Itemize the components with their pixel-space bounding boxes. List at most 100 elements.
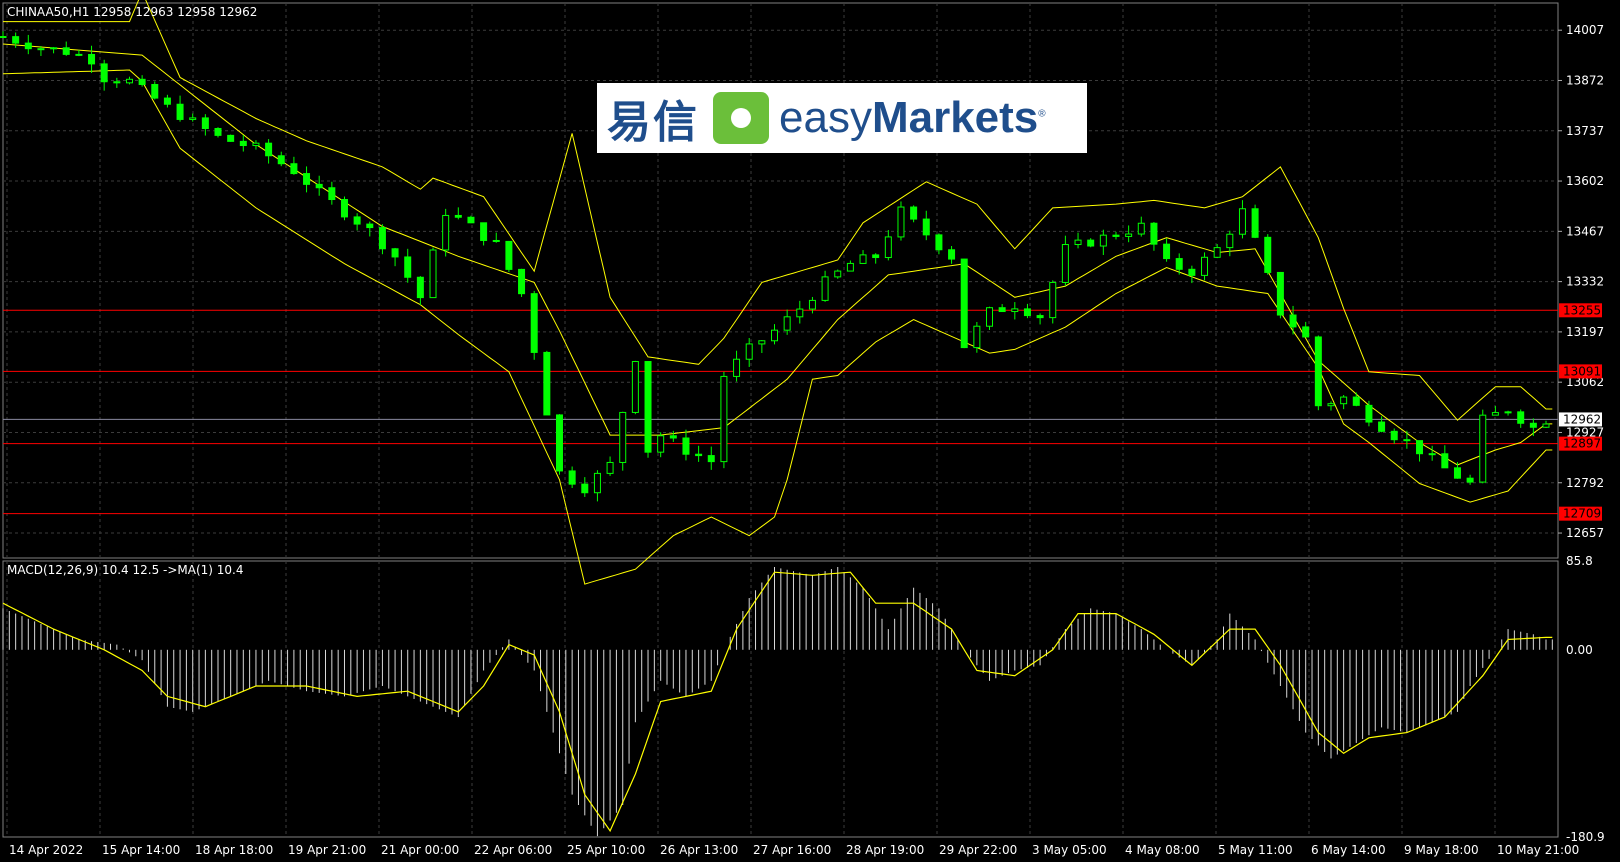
candle-body — [1112, 234, 1120, 237]
candle-body — [1403, 439, 1411, 442]
candle-body — [1163, 243, 1171, 260]
candle-body — [834, 270, 842, 278]
candle-body — [75, 53, 83, 56]
logo-chinese-text: 易信 — [607, 97, 699, 148]
candle-body — [1428, 453, 1436, 456]
time-axis-label: 22 Apr 06:00 — [474, 843, 552, 857]
level-label: 13091 — [1563, 364, 1601, 378]
candle-body — [151, 83, 159, 99]
candle-body — [669, 435, 677, 439]
candle-body — [1302, 326, 1310, 338]
easymarkets-logo: 易信 easyMarkets® — [597, 83, 1087, 153]
main-chart-title: CHINAA50,H1 12958 12963 12958 12962 — [7, 5, 257, 19]
candle-body — [973, 325, 981, 349]
candle-body — [1036, 315, 1044, 319]
candle-body — [1099, 234, 1107, 247]
candle-body — [176, 103, 184, 120]
candle-body — [1378, 421, 1386, 432]
candle-body — [492, 239, 500, 242]
price-tick-label: 13467 — [1566, 224, 1604, 238]
candle-body — [1213, 247, 1221, 258]
candle-body — [910, 206, 918, 220]
candle-body — [113, 81, 121, 84]
candle-body — [821, 276, 829, 301]
price-tick-label: 13332 — [1566, 275, 1604, 289]
candle-body — [720, 375, 728, 463]
candle-body — [1517, 411, 1525, 424]
candle-body — [353, 216, 361, 225]
candle-body — [0, 36, 7, 39]
candle-body — [1087, 239, 1095, 247]
candle-body — [505, 240, 513, 270]
candle-body — [1226, 233, 1234, 249]
price-tick-label: 13737 — [1566, 124, 1604, 138]
candle-body — [593, 472, 601, 494]
candle-body — [340, 199, 348, 218]
candle-body — [872, 254, 880, 259]
candle-body — [454, 214, 462, 218]
candle-body — [1074, 239, 1082, 246]
candle-body — [1188, 268, 1196, 276]
time-axis-label: 6 May 14:00 — [1311, 843, 1386, 857]
candle-body — [530, 293, 538, 353]
candle-body — [846, 262, 854, 272]
candle-body — [897, 206, 905, 238]
level-label: 13255 — [1563, 303, 1601, 317]
time-axis-label: 10 May 21:00 — [1497, 843, 1579, 857]
candle-body — [758, 340, 766, 345]
candle-body — [1049, 281, 1057, 319]
candle-body — [986, 307, 994, 327]
candle-body — [62, 47, 70, 55]
candle-body — [391, 248, 399, 258]
candle-body — [227, 134, 235, 142]
candle-body — [1125, 233, 1133, 237]
candle-body — [1023, 308, 1031, 317]
candle-body — [429, 249, 437, 299]
candle-body — [631, 361, 639, 413]
candle-body — [1201, 256, 1209, 276]
time-axis-label: 9 May 18:00 — [1404, 843, 1479, 857]
price-tick-label: 12657 — [1566, 526, 1604, 540]
candle-body — [644, 361, 652, 453]
candle-body — [1238, 208, 1246, 235]
candle-body — [315, 183, 323, 189]
candle-body — [1529, 422, 1537, 428]
candle-body — [1479, 414, 1487, 483]
candle-body — [581, 483, 589, 494]
candle-body — [1175, 258, 1183, 270]
candle-body — [859, 254, 867, 264]
candle-body — [1390, 430, 1398, 441]
candle-body — [518, 268, 526, 295]
candle-body — [1542, 423, 1550, 428]
candle-body — [1011, 308, 1019, 313]
macd-tick-label: 85.8 — [1566, 554, 1593, 568]
candle-body — [100, 63, 108, 83]
candle-body — [290, 163, 298, 175]
current-price-label: 12962 — [1563, 412, 1601, 426]
candle-body — [1276, 271, 1284, 316]
candle-body — [695, 453, 703, 457]
candle-body — [404, 256, 412, 278]
candle-body — [1314, 336, 1322, 407]
macd-tick-label: 0.00 — [1566, 643, 1593, 657]
candle-body — [1289, 314, 1297, 328]
candle-body — [1416, 440, 1424, 455]
candle-body — [555, 414, 563, 472]
candle-body — [1365, 404, 1373, 423]
time-axis-label: 3 May 05:00 — [1032, 843, 1107, 857]
time-axis-label: 29 Apr 22:00 — [939, 843, 1017, 857]
candle-body — [1061, 244, 1069, 283]
candle-body — [214, 127, 222, 136]
macd-signal-line — [2, 571, 1553, 833]
candle-body — [1441, 453, 1449, 469]
macd-title: MACD(12,26,9) 10.4 12.5 ->MA(1) 10.4 — [7, 563, 244, 577]
macd-tick-label: -180.9 — [1566, 830, 1605, 844]
candle-body — [24, 42, 32, 50]
candle-body — [771, 329, 778, 342]
candle-body — [606, 461, 614, 474]
candle-body — [1340, 396, 1348, 405]
candle-body — [201, 117, 209, 129]
logo-badge-icon — [713, 92, 769, 144]
time-axis-label: 27 Apr 16:00 — [753, 843, 831, 857]
time-axis-label: 19 Apr 21:00 — [288, 843, 366, 857]
